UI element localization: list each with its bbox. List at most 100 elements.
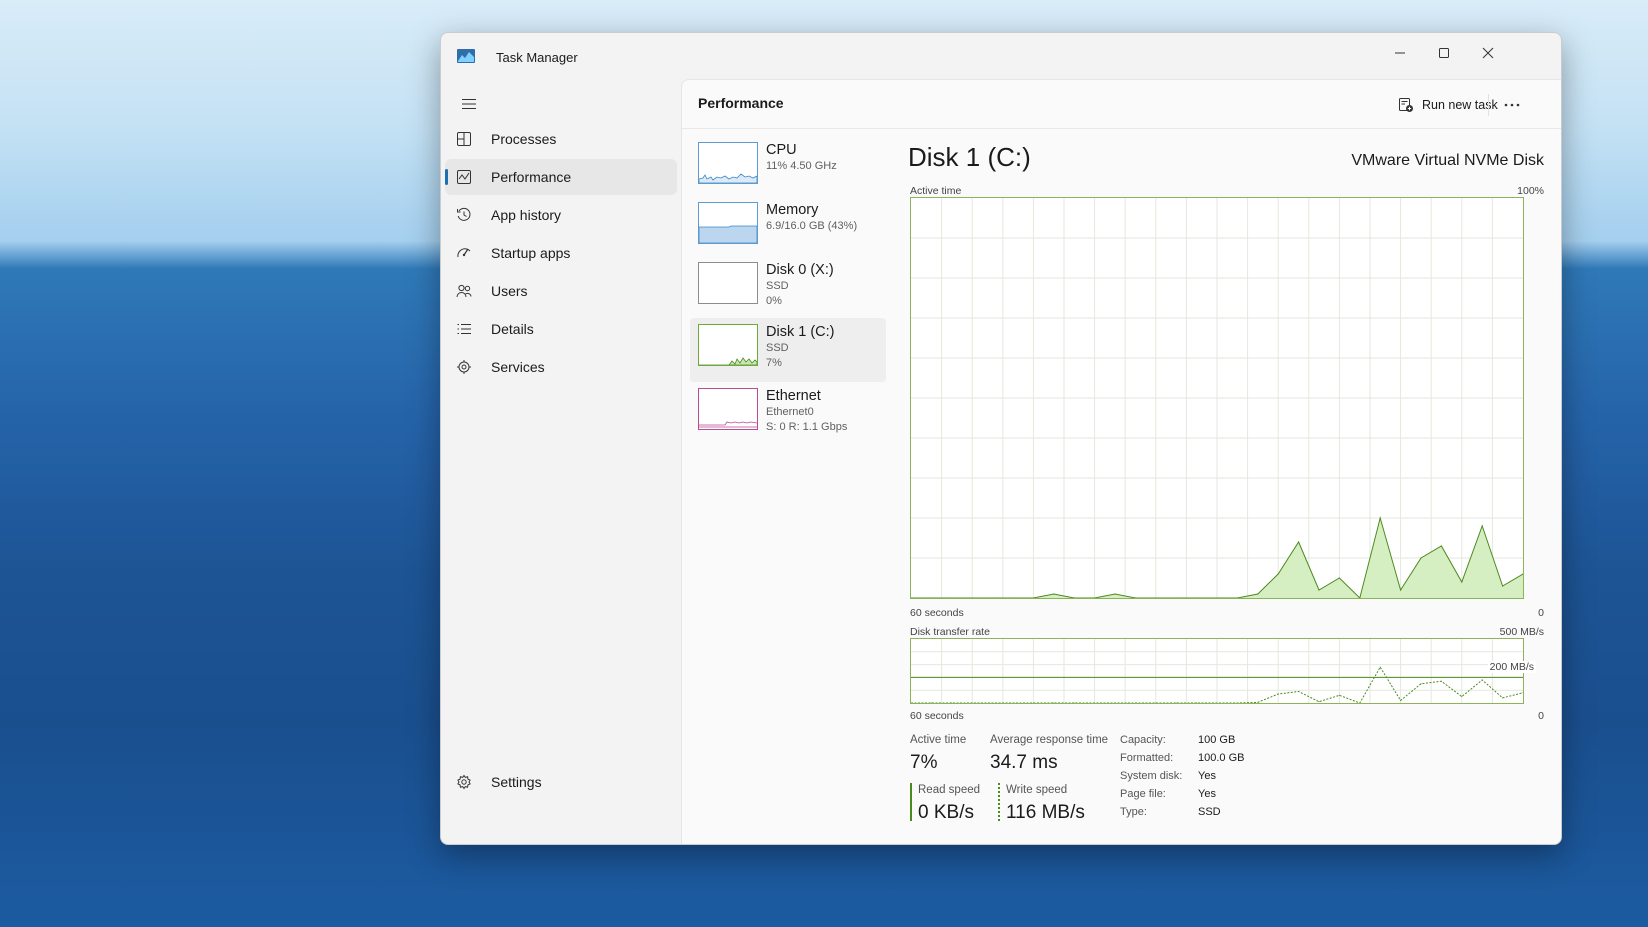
write-speed-point (1277, 693, 1279, 695)
device-disk-0[interactable]: Disk 0 (X:) SSD 0% (690, 258, 886, 320)
active-time-point (1236, 597, 1238, 598)
window-title: Task Manager (496, 50, 578, 65)
write-speed-point (1318, 701, 1320, 703)
active-time-point (1481, 525, 1483, 527)
nav-label-startup-apps: Startup apps (491, 245, 571, 261)
more-options-button[interactable] (1494, 90, 1530, 120)
write-speed-point (1440, 680, 1442, 682)
task-manager-window: Task Manager Processes Performance App h… (440, 32, 1562, 845)
write-speed-point (1257, 701, 1259, 703)
write-speed-legend-bar (998, 783, 1000, 821)
gear-icon (455, 773, 473, 791)
device-disk-1[interactable]: Disk 1 (C:) SSD 7% (690, 318, 886, 382)
active-time-point (1073, 597, 1075, 598)
device-ethernet[interactable]: Ethernet Ethernet0 S: 0 R: 1.1 Gbps (690, 384, 886, 446)
write-speed-point (1175, 702, 1177, 703)
active-time-point (992, 597, 994, 598)
nav-item-users[interactable]: Users (445, 273, 677, 309)
device-memory[interactable]: Memory 6.9/16.0 GB (43%) (690, 198, 886, 260)
active-time-point (1420, 557, 1422, 559)
graph-grid (911, 639, 1523, 703)
active-time-point (1114, 593, 1116, 595)
device-detail: Ethernet0 (766, 406, 814, 418)
transfer-rate-graph (910, 638, 1524, 704)
active-time-graph-label: Active time (910, 185, 962, 197)
device-detail: 11% 4.50 GHz (766, 160, 837, 172)
spec-label: Capacity: (1120, 734, 1166, 746)
spec-value: 100 GB (1198, 734, 1236, 746)
nav-item-processes[interactable]: Processes (445, 121, 677, 157)
disk1-thumbnail-graph (698, 324, 758, 366)
read-speed-value: 0 KB/s (918, 802, 974, 823)
nav-item-startup-apps[interactable]: Startup apps (445, 235, 677, 271)
nav-item-app-history[interactable]: App history (445, 197, 677, 233)
write-speed-point (1196, 702, 1198, 703)
write-speed-point (951, 702, 953, 703)
nav-label-users: Users (491, 283, 528, 299)
nav-label-services: Services (491, 359, 545, 375)
transfer-rate-reference-label: 200 MB/s (1487, 661, 1536, 673)
active-time-point (1359, 597, 1361, 598)
nav-item-settings[interactable]: Settings (445, 764, 677, 800)
spec-label: Type: (1120, 806, 1147, 818)
read-speed-label: Read speed (918, 784, 981, 796)
menu-toggle-button[interactable] (451, 89, 487, 119)
device-detail: SSD (766, 342, 789, 354)
disk-title: Disk 1 (C:) (908, 142, 1031, 172)
active-time-point (951, 597, 953, 598)
write-speed-point (1298, 690, 1300, 692)
history-icon (455, 206, 473, 224)
active-time-stat-label: Active time (910, 734, 967, 746)
spec-value: Yes (1198, 788, 1216, 800)
minimize-icon (1395, 52, 1405, 54)
active-time-point (1032, 597, 1034, 598)
nav-item-services[interactable]: Services (445, 349, 677, 385)
write-speed-point (1094, 702, 1096, 703)
write-speed-point (1522, 692, 1523, 694)
nav-label-performance: Performance (491, 169, 572, 185)
device-usage: 7% (766, 357, 782, 369)
write-speed-point (1400, 699, 1402, 701)
details-icon (455, 320, 473, 338)
write-speed-point (992, 702, 994, 703)
write-speed-point (1216, 702, 1218, 703)
avg-response-stat-value: 34.7 ms (990, 752, 1058, 773)
write-speed-point (1114, 702, 1116, 703)
write-speed-value: 116 MB/s (1006, 802, 1085, 823)
nav-item-performance[interactable]: Performance (445, 159, 677, 195)
active-time-point (1298, 541, 1300, 543)
active-time-point (1318, 589, 1320, 591)
page-header: Performance Run new task (682, 80, 1561, 129)
active-time-point (1134, 597, 1136, 598)
maximize-button[interactable] (1421, 37, 1467, 69)
transfer-rate-graph-max: 500 MB/s (1499, 626, 1544, 638)
nav-item-details[interactable]: Details (445, 311, 677, 347)
close-button[interactable] (1465, 37, 1511, 69)
device-list: CPU 11% 4.50 GHz Memory 6.9/16.0 GB (43%… (682, 128, 892, 844)
title-bar[interactable]: Task Manager (441, 33, 1561, 79)
write-speed-label: Write speed (1006, 784, 1068, 796)
transfer-rate-graph-label: Disk transfer rate (910, 626, 990, 638)
device-detail: 6.9/16.0 GB (43%) (766, 220, 858, 232)
write-speed-point (1053, 702, 1055, 703)
write-speed-point (1073, 702, 1075, 703)
main-content: Performance Run new task CPU 11% 4.50 GH… (681, 79, 1561, 844)
spec-value: 100.0 GB (1198, 752, 1245, 764)
spec-label: System disk: (1120, 770, 1183, 782)
navigation-pane: Processes Performance App history Startu… (441, 79, 681, 844)
ethernet-thumbnail-graph (698, 388, 758, 430)
avg-response-stat-label: Average response time (990, 734, 1109, 746)
close-icon (1482, 47, 1494, 59)
active-time-point (930, 597, 932, 598)
page-title: Performance (698, 95, 784, 111)
performance-icon (455, 168, 473, 186)
active-time-point (1461, 581, 1463, 583)
active-time-point (1155, 597, 1157, 598)
active-time-graph-max: 100% (1517, 185, 1544, 197)
write-speed-point (1236, 702, 1238, 703)
device-cpu[interactable]: CPU 11% 4.50 GHz (690, 138, 886, 200)
disk-detail-panel: Disk 1 (C:) VMware Virtual NVMe Disk Act… (908, 128, 1548, 844)
minimize-button[interactable] (1377, 37, 1423, 69)
active-time-point (1053, 593, 1055, 595)
write-speed-point (1461, 696, 1463, 698)
